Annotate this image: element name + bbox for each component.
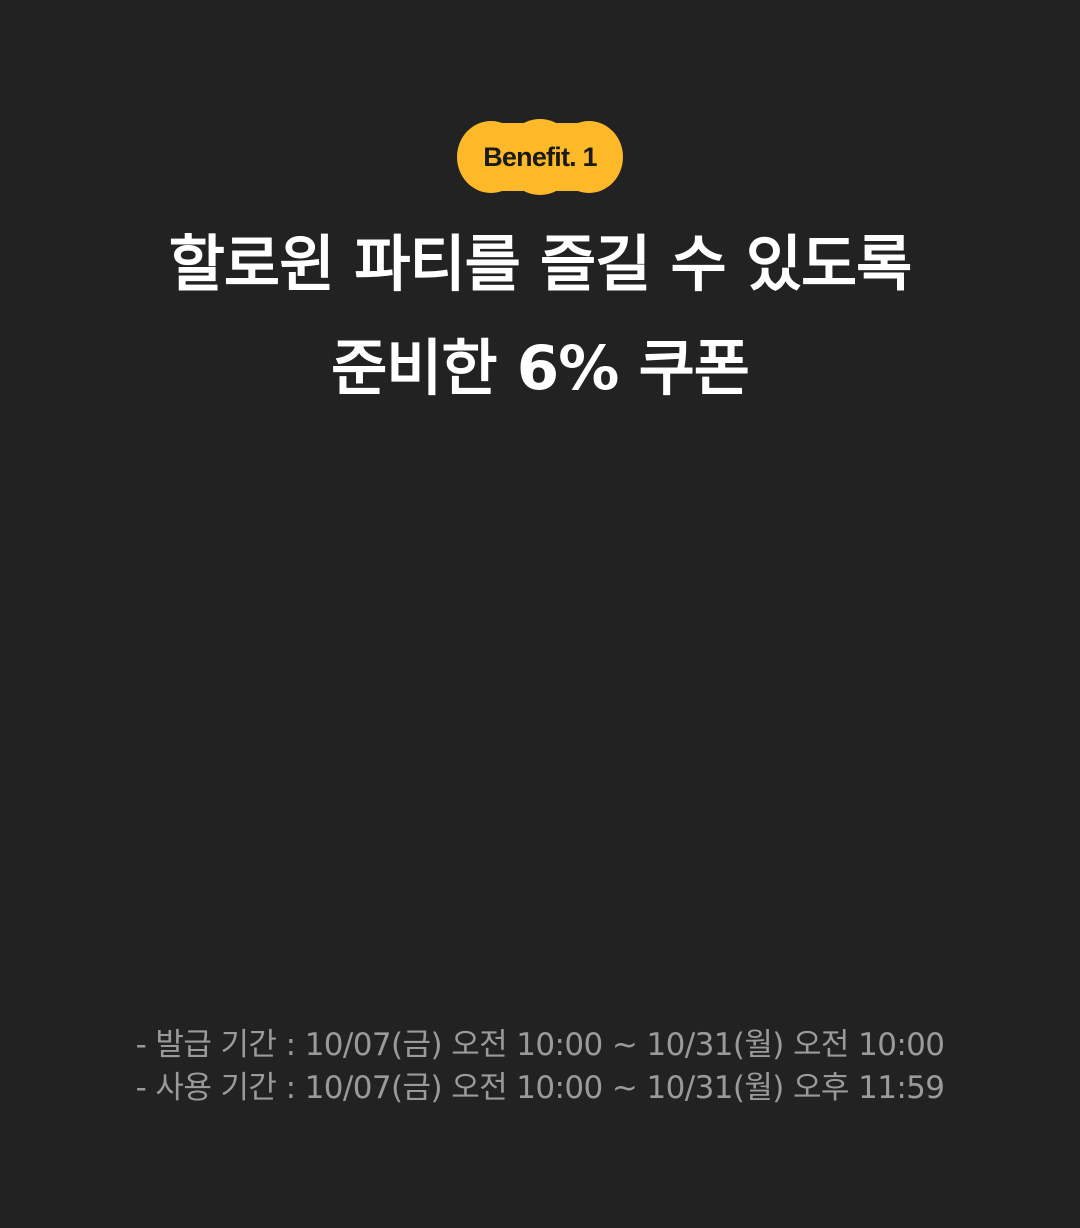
- headline-line-2: 준비한 6% 쿠폰: [331, 333, 750, 404]
- coupon-headline: 할로윈 파티를 즐길 수 있도록 준비한 6% 쿠폰: [0, 213, 1080, 421]
- issue-period-text: - 발급 기간 : 10/07(금) 오전 10:00 ~ 10/31(월) 오…: [135, 1027, 945, 1063]
- coupon-periods: - 발급 기간 : 10/07(금) 오전 10:00 ~ 10/31(월) 오…: [0, 1024, 1080, 1110]
- benefit-badge: Benefit. 1: [455, 119, 625, 195]
- headline-line-1: 할로윈 파티를 즐길 수 있도록: [168, 229, 912, 300]
- benefit-badge-label: Benefit. 1: [483, 141, 597, 172]
- use-period-text: - 사용 기간 : 10/07(금) 오전 10:00 ~ 10/31(월) 오…: [135, 1070, 945, 1106]
